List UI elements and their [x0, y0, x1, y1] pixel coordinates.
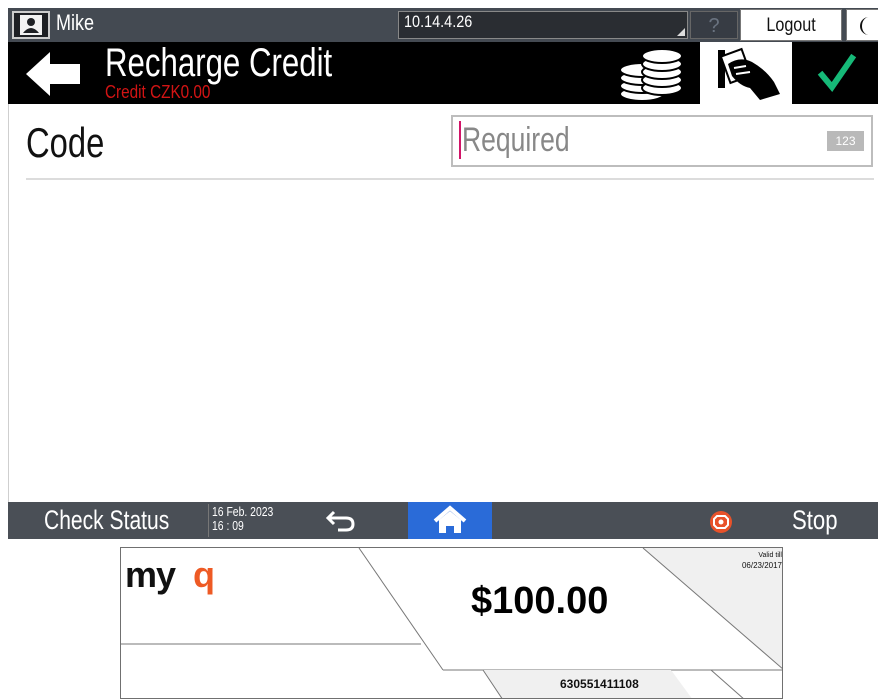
- night-mode-button[interactable]: [846, 9, 878, 41]
- code-label: Code: [26, 119, 105, 166]
- checkmark-icon: [817, 53, 857, 92]
- content-frame-edge: [8, 104, 9, 502]
- valid-till-label: Valid till: [758, 552, 782, 559]
- coins-option[interactable]: [610, 44, 696, 104]
- stop-icon[interactable]: [707, 508, 735, 536]
- home-icon: [433, 505, 467, 533]
- valid-till-date: 06/23/2017: [741, 561, 782, 570]
- divider: [26, 178, 874, 180]
- stop-button[interactable]: Stop: [792, 504, 838, 536]
- confirm-button[interactable]: [794, 42, 878, 104]
- voucher-serial: 630551411108: [560, 677, 639, 691]
- moon-icon: [860, 17, 869, 35]
- return-icon[interactable]: [324, 506, 358, 534]
- check-status-button[interactable]: Check Status: [44, 504, 169, 536]
- text-caret: [459, 121, 461, 159]
- logout-button[interactable]: Logout: [740, 9, 842, 41]
- logout-label: Logout: [766, 15, 816, 36]
- code-placeholder: Required: [462, 121, 570, 159]
- time-text: 16 : 09: [212, 518, 244, 533]
- card-insert-icon: [718, 47, 780, 100]
- credit-balance: Credit CZK0.00: [105, 82, 211, 102]
- home-button[interactable]: [408, 502, 492, 539]
- numeric-keyboard-badge[interactable]: 123: [827, 131, 864, 151]
- user-button[interactable]: [12, 11, 50, 39]
- brand-q-mark: q: [193, 554, 215, 595]
- bottom-divider: [208, 504, 209, 537]
- user-icon: [20, 15, 42, 35]
- ip-address-text: 10.14.4.26: [404, 12, 473, 31]
- coins-icon: [619, 48, 683, 102]
- page-title: Recharge Credit: [105, 41, 333, 85]
- resize-corner-icon: [677, 28, 685, 36]
- back-arrow-icon[interactable]: [24, 50, 82, 98]
- user-name[interactable]: Mike: [56, 10, 94, 36]
- help-button[interactable]: ?: [690, 11, 738, 39]
- voucher-amount: $100.00: [471, 580, 609, 622]
- date-text: 16 Feb. 2023: [212, 504, 274, 519]
- card-option[interactable]: [700, 42, 792, 104]
